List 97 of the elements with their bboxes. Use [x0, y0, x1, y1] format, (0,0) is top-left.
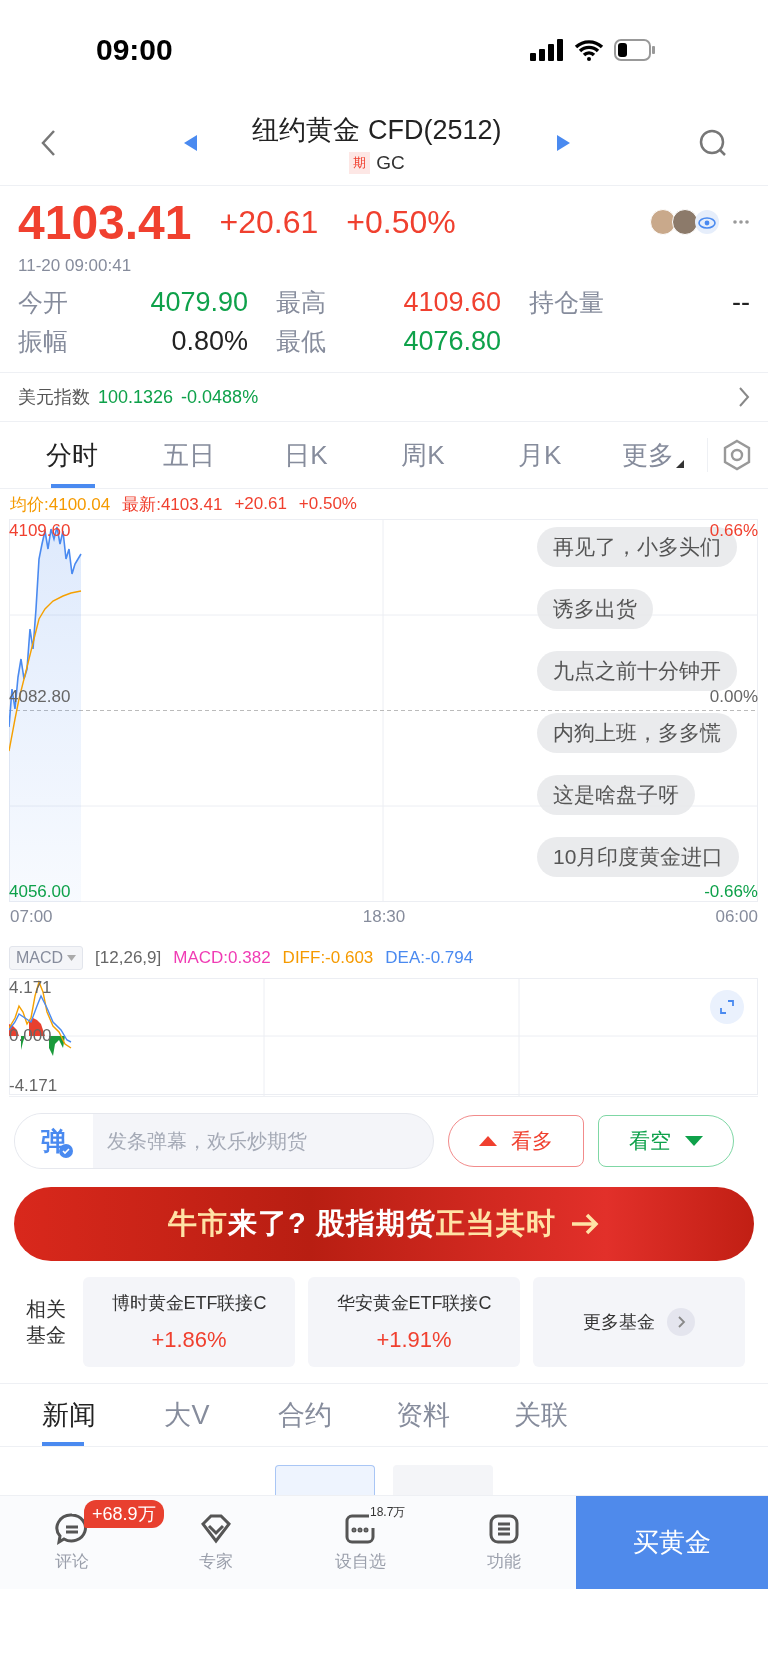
stat-value: 4076.80	[402, 326, 501, 357]
comment-bubble: 内狗上班，多多慌	[537, 713, 737, 753]
futures-tag: 期	[349, 151, 371, 174]
chart-tab[interactable]: 日K	[247, 422, 365, 488]
next-arrow-icon[interactable]	[555, 134, 570, 151]
macd-value: MACD:0.382	[173, 948, 271, 968]
legend-change: +20.61	[234, 494, 287, 514]
indicator-selector[interactable]: MACD	[9, 946, 84, 970]
nav-label[interactable]: 功能	[487, 1550, 521, 1573]
comment-bubble: 诱多出货	[537, 589, 653, 629]
comment-bubble: 这是啥盘子呀	[537, 775, 695, 815]
diamond-icon[interactable]	[199, 1512, 233, 1546]
time-label: 07:00	[10, 907, 53, 927]
index-change: -0.0488%	[181, 386, 259, 408]
battery-icon	[614, 39, 656, 61]
chart-tab[interactable]: 周K	[364, 422, 482, 488]
more-icon[interactable]	[732, 219, 750, 225]
chart-tab[interactable]: 月K	[481, 422, 599, 488]
legend-percent: +0.50%	[298, 494, 357, 514]
news-tab[interactable]: 新闻	[10, 1384, 128, 1446]
comment-bubble: 九点之前十分钟开	[537, 651, 737, 691]
diff-value: DIFF:-0.603	[282, 948, 374, 968]
percent-low: -0.66%	[704, 882, 758, 902]
more-tab[interactable]: 更多	[598, 422, 707, 488]
expand-icon	[720, 1000, 734, 1014]
funds-label: 相关基金	[26, 1297, 67, 1348]
percent-change: +0.50%	[346, 203, 456, 241]
stat-value: 0.80%	[170, 326, 248, 357]
contract-code: GC	[376, 151, 405, 174]
settings-icon[interactable]	[722, 439, 752, 471]
stat-label: 今开	[18, 287, 69, 318]
fund-card[interactable]: 博时黄金ETF联接C +1.86%	[83, 1277, 295, 1367]
expand-button[interactable]	[710, 990, 744, 1024]
news-tab[interactable]: 关联	[482, 1384, 600, 1446]
corner-caret-icon	[675, 460, 684, 468]
arrow-right-icon	[569, 1213, 600, 1235]
wifi-icon	[574, 39, 604, 61]
stat-value: 4079.90	[149, 287, 248, 318]
follower-count: 18.7万	[370, 1504, 406, 1521]
index-name: 美元指数	[18, 386, 90, 409]
avatar[interactable]	[672, 209, 698, 235]
fund-name: 华安黄金ETF联接C	[336, 1292, 492, 1315]
danmaku-badge: 弹	[15, 1114, 93, 1168]
promo-text: 牛市来了? 股指期货正当其时	[168, 1206, 556, 1241]
chart-tab[interactable]: 分时	[14, 422, 131, 488]
promo-banner[interactable]: 牛市来了? 股指期货正当其时	[14, 1187, 754, 1261]
average-price: 均价:4100.04	[10, 493, 111, 516]
eye-icon[interactable]	[694, 209, 720, 235]
signal-icon	[530, 39, 564, 61]
news-tab[interactable]: 资料	[364, 1384, 482, 1446]
up-triangle-icon	[479, 1136, 497, 1146]
fund-change: +1.91%	[376, 1327, 452, 1353]
danmaku-input-field[interactable]: 弹 发条弹幕，欢乐炒期货	[14, 1113, 434, 1169]
dea-value: DEA:-0.794	[385, 948, 474, 968]
caret-icon	[67, 955, 77, 961]
fund-card[interactable]: 华安黄金ETF联接C +1.91%	[308, 1277, 520, 1367]
more-funds-card[interactable]: 更多基金	[533, 1277, 745, 1367]
list-icon[interactable]	[487, 1512, 521, 1546]
previous-arrow-icon[interactable]	[184, 134, 199, 151]
back-icon[interactable]	[40, 128, 56, 157]
contract-title: 纽约黄金 CFD(2512)	[252, 113, 502, 147]
danmaku-placeholder: 发条弹幕，欢乐炒期货	[106, 1128, 307, 1154]
fund-change: +1.86%	[151, 1327, 227, 1353]
avatar[interactable]	[650, 209, 676, 235]
nav-label[interactable]: 专家	[199, 1550, 233, 1573]
chart-tab[interactable]: 五日	[130, 422, 248, 488]
search-icon[interactable]	[698, 127, 728, 158]
stat-value: --	[731, 287, 750, 318]
fund-name: 博时黄金ETF联接C	[111, 1292, 267, 1315]
macd-params: [12,26,9]	[95, 948, 162, 968]
buy-button[interactable]: 买黄金	[576, 1496, 768, 1589]
nav-label[interactable]: 评论	[55, 1550, 89, 1573]
down-triangle-icon	[685, 1136, 703, 1146]
stat-label: 最高	[276, 287, 327, 318]
index-value: 100.1326	[98, 386, 174, 408]
time-label: 06:00	[715, 907, 758, 927]
time-label: 18:30	[362, 907, 406, 927]
comment-bubble: 10月印度黄金进口	[537, 837, 740, 877]
quote-timestamp: 11-20 09:00:41	[18, 256, 133, 276]
stat-label: 振幅	[18, 326, 69, 357]
more-funds-label: 更多基金	[583, 1311, 655, 1334]
news-tab[interactable]: 合约	[246, 1384, 364, 1446]
status-time: 09:00	[96, 33, 173, 67]
stat-label: 最低	[276, 326, 327, 357]
macd-axis-low: -4.171	[9, 1076, 58, 1096]
stat-label: 持仓量	[529, 287, 605, 318]
latest-price: 最新:4103.41	[122, 493, 223, 516]
axis-low: 4056.00	[9, 882, 71, 902]
chevron-circle-icon	[667, 1308, 695, 1336]
last-price: 4103.41	[18, 194, 192, 250]
nav-label[interactable]: 设自选	[334, 1550, 386, 1573]
count-badge: +68.9万	[84, 1500, 164, 1528]
chevron-right-icon[interactable]	[738, 386, 750, 408]
chat-bubble-icon[interactable]	[55, 1512, 89, 1546]
news-tab[interactable]: 大V	[128, 1384, 246, 1446]
stat-value: 4109.60	[402, 287, 501, 318]
price-change: +20.61	[219, 203, 319, 241]
